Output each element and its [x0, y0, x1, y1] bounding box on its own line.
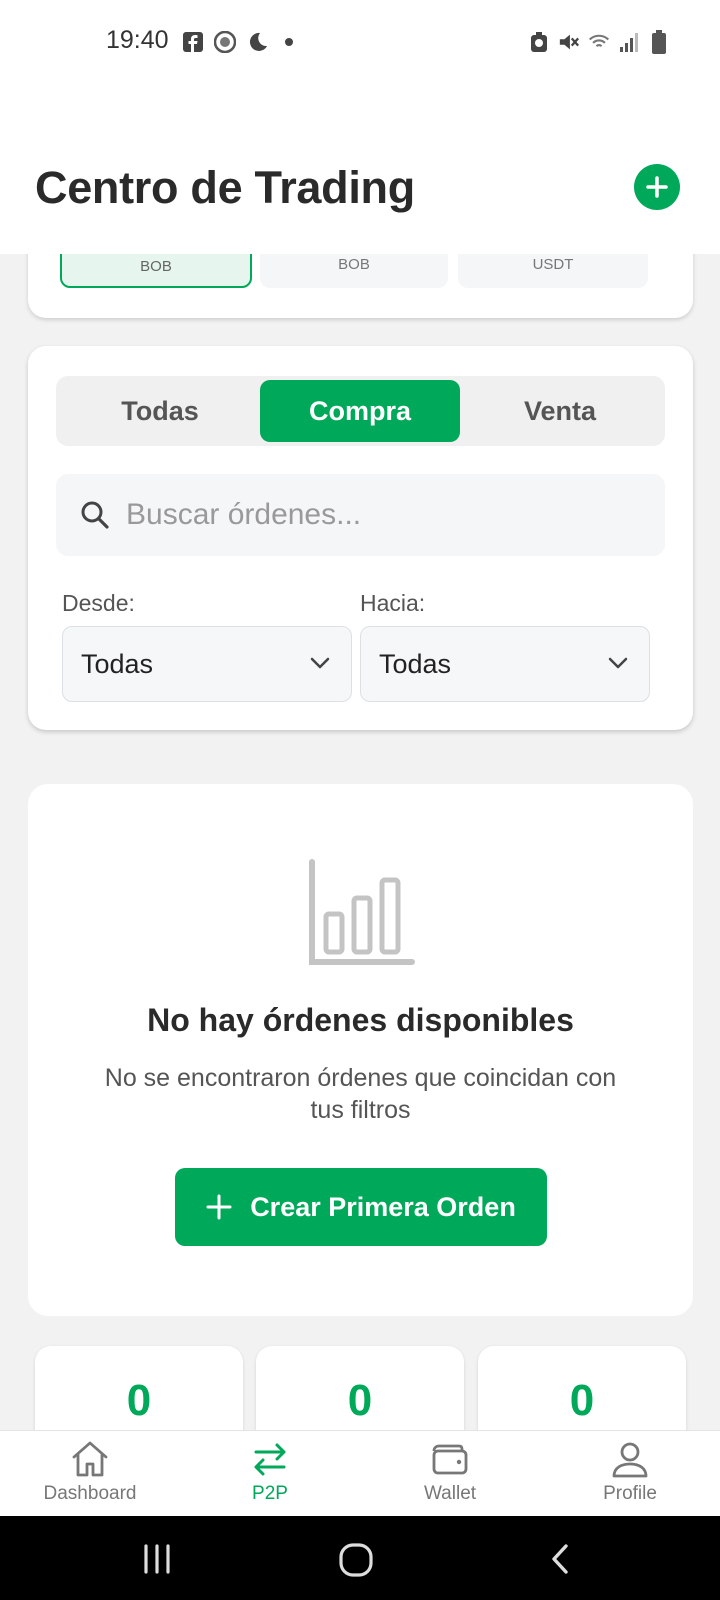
nav-item-profile[interactable]: Profile — [560, 1437, 700, 1505]
search-box — [56, 474, 665, 556]
nav-label: Profile — [603, 1483, 657, 1504]
plus-icon — [206, 1194, 232, 1220]
to-select[interactable]: Todas — [360, 626, 650, 702]
tab-label: Compra — [308, 395, 411, 426]
order-type-tabs: Todas Compra Venta — [56, 376, 665, 446]
home-icon — [72, 1441, 108, 1477]
home-button-icon[interactable] — [338, 1542, 374, 1578]
nav-label: P2P — [252, 1483, 288, 1504]
add-order-button[interactable] — [634, 164, 680, 210]
nav-item-dashboard[interactable]: Dashboard — [20, 1437, 160, 1505]
system-nav-bar — [0, 1516, 720, 1600]
from-select-value: Todas — [81, 649, 154, 679]
create-first-order-label: Crear Primera Orden — [250, 1191, 516, 1222]
plus-icon — [646, 176, 668, 198]
facebook-icon — [182, 30, 204, 54]
to-select-value: Todas — [379, 649, 452, 679]
tab-compra[interactable]: Compra — [260, 380, 460, 442]
wifi-icon — [588, 30, 610, 54]
status-time: 19:40 — [106, 26, 169, 54]
moon-icon — [246, 30, 268, 54]
currency-chip-label: USDT — [532, 256, 574, 273]
tab-venta[interactable]: Venta — [460, 380, 660, 442]
battery-icon — [648, 30, 670, 54]
tab-label: Todas — [121, 395, 199, 426]
empty-state-card: No hay órdenes disponibles No se encontr… — [28, 784, 693, 1316]
dot-icon — [278, 30, 300, 54]
app-icon — [214, 30, 236, 54]
to-label: Hacia: — [360, 590, 426, 616]
currency-chip-label: BOB — [338, 256, 370, 273]
from-label: Desde: — [62, 590, 135, 616]
status-left-icons — [182, 30, 300, 54]
status-bar: 19:40 — [0, 0, 720, 90]
nav-item-p2p[interactable]: P2P — [200, 1437, 340, 1505]
create-first-order-button[interactable]: Crear Primera Orden — [175, 1168, 547, 1246]
bar-chart-icon — [309, 859, 415, 965]
from-select[interactable]: Todas — [62, 626, 352, 702]
user-icon — [612, 1442, 648, 1478]
stat-value: 0 — [569, 1376, 595, 1425]
stat-value: 0 — [126, 1376, 152, 1425]
empty-state-subtitle: No se encontraron órdenes que coincidan … — [104, 1064, 617, 1124]
chevron-down-icon — [310, 657, 330, 669]
recent-apps-icon[interactable] — [140, 1542, 174, 1576]
chevron-down-icon — [608, 657, 628, 669]
nav-label: Dashboard — [43, 1483, 137, 1504]
search-input[interactable] — [126, 492, 646, 538]
page-title: Centro de Trading — [35, 162, 415, 213]
tab-todas[interactable]: Todas — [60, 380, 260, 442]
back-icon[interactable] — [546, 1542, 574, 1576]
nav-label: Wallet — [423, 1483, 477, 1504]
nav-item-wallet[interactable]: Wallet — [380, 1437, 520, 1505]
bottom-nav: Dashboard P2P Wallet Profile — [0, 1430, 720, 1516]
currency-chip-label: BOB — [140, 258, 172, 275]
filter-card: Todas Compra Venta Desde: Hacia: Todas T… — [28, 346, 693, 730]
status-right-icons — [528, 30, 670, 54]
swap-icon — [254, 1443, 286, 1476]
alarm-icon — [528, 30, 550, 54]
mute-icon — [558, 30, 580, 54]
stat-value: 0 — [347, 1376, 373, 1425]
tab-label: Venta — [523, 395, 597, 426]
empty-state-title: No hay órdenes disponibles — [147, 1002, 574, 1038]
app-header: Centro de Trading — [0, 90, 720, 254]
search-icon — [81, 501, 109, 529]
signal-icon — [618, 30, 640, 54]
wallet-icon — [432, 1444, 468, 1475]
